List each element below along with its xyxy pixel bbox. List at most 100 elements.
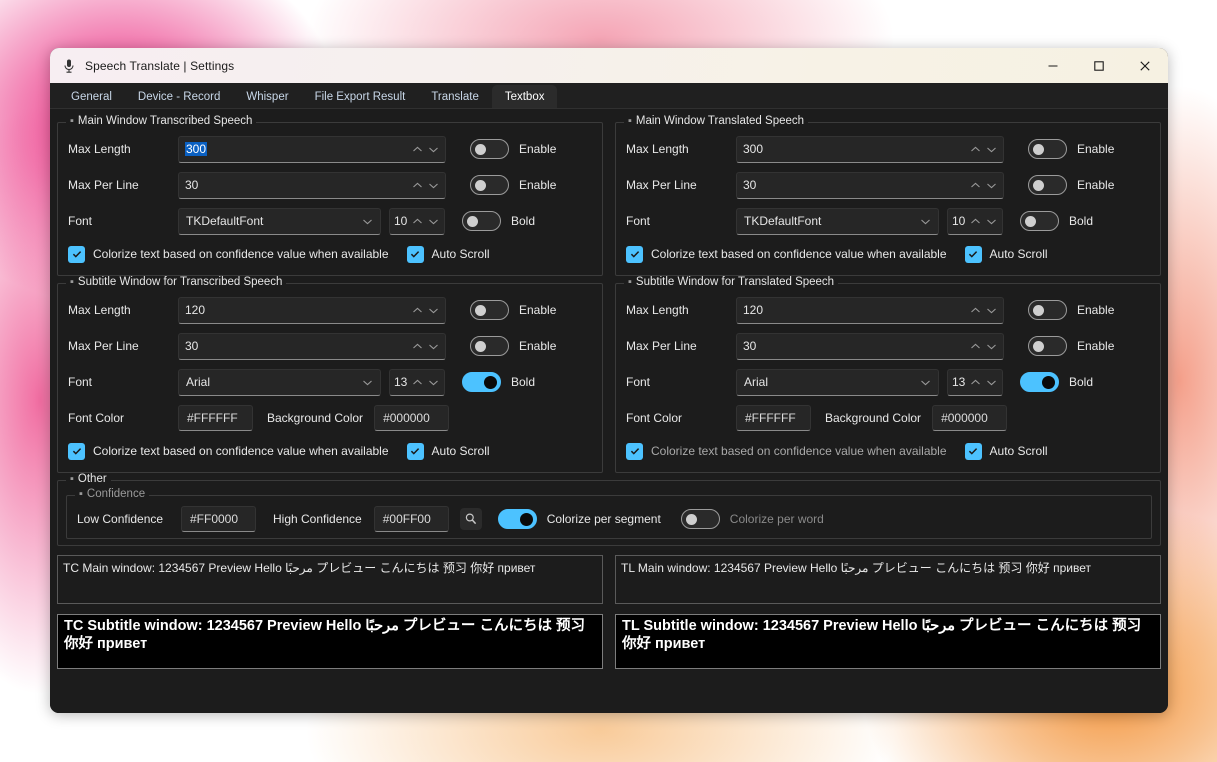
colorize-checkbox[interactable]: Colorize text based on confidence value … [68, 245, 389, 263]
font-bold-toggle[interactable] [1020, 372, 1059, 392]
max-per-line-spinbox[interactable]: 30 [178, 332, 446, 360]
font-family-select[interactable]: TKDefaultFont [736, 207, 939, 235]
font-family-select[interactable]: Arial [178, 368, 381, 396]
confidence-preview-button[interactable] [459, 508, 482, 530]
font-family-select[interactable]: TKDefaultFont [178, 207, 381, 235]
chevron-down-icon[interactable] [428, 181, 439, 190]
chevron-up-icon[interactable] [412, 342, 423, 351]
tl-main-preview-textbox[interactable]: TL Main window: 1234567 Preview Hello مر… [615, 555, 1161, 604]
max-length-value[interactable]: 120 [185, 303, 406, 317]
chevron-up-icon[interactable] [970, 217, 981, 226]
max-per-line-value[interactable]: 30 [743, 339, 964, 353]
font-size-spinbox[interactable]: 13 [389, 368, 445, 396]
font-color-field[interactable]: #FFFFFF [736, 405, 811, 431]
spin-arrows[interactable] [968, 217, 997, 226]
chevron-up-icon[interactable] [412, 217, 423, 226]
checkbox-box[interactable] [964, 245, 982, 263]
minimize-button[interactable] [1030, 48, 1076, 83]
chevron-down-icon[interactable] [986, 181, 997, 190]
max-length-spinbox[interactable]: 300 [736, 135, 1004, 163]
font-bold-toggle[interactable] [462, 372, 501, 392]
tc-subtitle-preview-textbox[interactable]: TC Subtitle window: 1234567 Preview Hell… [57, 614, 603, 669]
chevron-up-icon[interactable] [970, 181, 981, 190]
chevron-down-icon[interactable] [428, 306, 439, 315]
chevron-down-icon[interactable] [362, 378, 373, 387]
chevron-up-icon[interactable] [412, 181, 423, 190]
spin-arrows[interactable] [964, 145, 997, 154]
colorize-checkbox[interactable]: Colorize text based on confidence value … [626, 245, 947, 263]
font-bold-toggle[interactable] [1020, 211, 1059, 231]
max-length-spinbox[interactable]: 300 [178, 135, 446, 163]
spin-arrows[interactable] [968, 378, 997, 387]
checkbox-box[interactable] [626, 442, 643, 460]
chevron-down-icon[interactable] [428, 342, 439, 351]
max-per-line-spinbox[interactable]: 30 [736, 171, 1004, 199]
checkbox-box[interactable] [626, 245, 643, 263]
chevron-down-icon[interactable] [986, 306, 997, 315]
checkbox-box[interactable] [406, 442, 424, 460]
spin-arrows[interactable] [406, 145, 439, 154]
max-length-enable-toggle[interactable] [470, 139, 509, 159]
chevron-down-icon[interactable] [428, 145, 439, 154]
max-length-value[interactable]: 120 [743, 303, 964, 317]
autoscroll-checkbox[interactable]: Auto Scroll [964, 245, 1048, 263]
spin-arrows[interactable] [410, 217, 439, 226]
max-per-line-value[interactable]: 30 [743, 178, 964, 192]
autoscroll-checkbox[interactable]: Auto Scroll [964, 442, 1048, 460]
chevron-down-icon[interactable] [986, 378, 997, 387]
chevron-down-icon[interactable] [986, 342, 997, 351]
background-color-field[interactable]: #000000 [374, 405, 450, 431]
max-length-enable-toggle[interactable] [1028, 139, 1067, 159]
max-length-spinbox[interactable]: 120 [178, 296, 446, 324]
max-per-line-value[interactable]: 30 [185, 339, 406, 353]
tab-whisper[interactable]: Whisper [233, 85, 301, 109]
colorize-per-segment-toggle[interactable] [497, 509, 537, 529]
max-length-value[interactable]: 300 [743, 142, 964, 156]
chevron-up-icon[interactable] [412, 145, 423, 154]
spin-arrows[interactable] [964, 342, 997, 351]
max-per-line-spinbox[interactable]: 30 [736, 332, 1004, 360]
chevron-down-icon[interactable] [920, 378, 931, 387]
font-size-value[interactable]: 13 [394, 375, 407, 389]
max-length-spinbox[interactable]: 120 [736, 296, 1004, 324]
chevron-down-icon[interactable] [920, 217, 931, 226]
checkbox-box[interactable] [68, 245, 85, 263]
font-size-spinbox[interactable]: 10 [389, 207, 445, 235]
spin-arrows[interactable] [964, 306, 997, 315]
low-confidence-color-field[interactable]: #FF0000 [181, 506, 256, 532]
spin-arrows[interactable] [410, 378, 439, 387]
spin-arrows[interactable] [406, 342, 439, 351]
spin-arrows[interactable] [964, 181, 997, 190]
spin-arrows[interactable] [406, 306, 439, 315]
max-per-line-enable-toggle[interactable] [1028, 175, 1067, 195]
chevron-up-icon[interactable] [970, 342, 981, 351]
chevron-up-icon[interactable] [412, 378, 423, 387]
colorize-checkbox[interactable]: Colorize text based on confidence value … [626, 442, 947, 460]
chevron-down-icon[interactable] [986, 145, 997, 154]
chevron-down-icon[interactable] [428, 378, 439, 387]
checkbox-box[interactable] [68, 442, 85, 460]
font-size-value[interactable]: 13 [952, 375, 965, 389]
chevron-down-icon[interactable] [428, 217, 439, 226]
max-per-line-enable-toggle[interactable] [470, 336, 509, 356]
chevron-down-icon[interactable] [986, 217, 997, 226]
maximize-button[interactable] [1076, 48, 1122, 83]
max-per-line-spinbox[interactable]: 30 [178, 171, 446, 199]
tab-file-export-result[interactable]: File Export Result [302, 85, 419, 109]
font-size-spinbox[interactable]: 10 [947, 207, 1003, 235]
tab-translate[interactable]: Translate [418, 85, 492, 109]
spin-arrows[interactable] [406, 181, 439, 190]
max-length-enable-toggle[interactable] [1028, 300, 1067, 320]
font-color-field[interactable]: #FFFFFF [178, 405, 253, 431]
max-per-line-value[interactable]: 30 [185, 178, 406, 192]
high-confidence-color-field[interactable]: #00FF00 [373, 506, 449, 532]
colorize-checkbox[interactable]: Colorize text based on confidence value … [68, 442, 389, 460]
max-per-line-enable-toggle[interactable] [470, 175, 509, 195]
tab-device-record[interactable]: Device - Record [125, 85, 233, 109]
font-family-select[interactable]: Arial [736, 368, 939, 396]
max-length-value[interactable]: 300 [185, 142, 208, 156]
chevron-up-icon[interactable] [970, 378, 981, 387]
max-per-line-enable-toggle[interactable] [1028, 336, 1067, 356]
font-size-spinbox[interactable]: 13 [947, 368, 1003, 396]
autoscroll-checkbox[interactable]: Auto Scroll [406, 245, 490, 263]
